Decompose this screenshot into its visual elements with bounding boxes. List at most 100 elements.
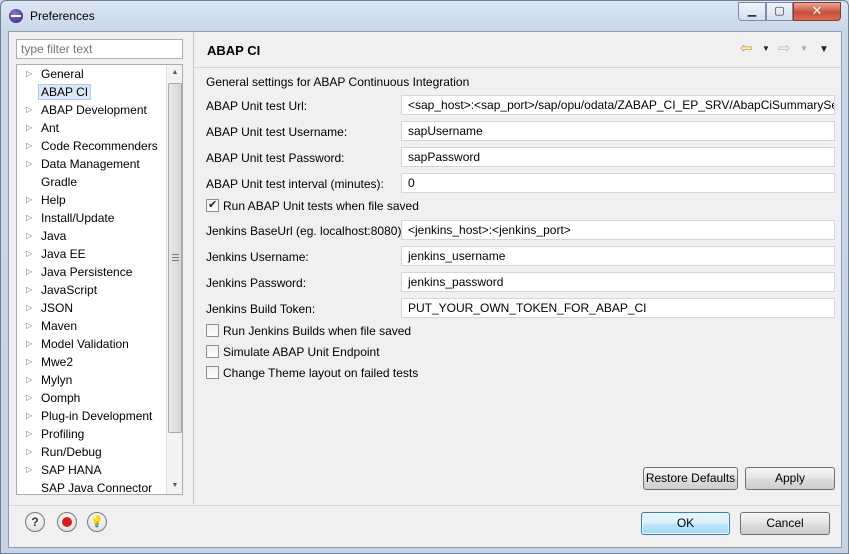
expand-arrow-icon[interactable]: ▷	[26, 443, 34, 461]
tree-item-label: Install/Update	[41, 211, 115, 225]
tree-item[interactable]: ▷ Java	[17, 227, 167, 245]
tree-item[interactable]: ABAP CI	[17, 83, 167, 101]
simulate-checkbox[interactable]: Simulate ABAP Unit Endpoint	[206, 344, 380, 360]
maximize-button[interactable]: ▢	[766, 2, 793, 21]
tree-item[interactable]: ▷ Java Persistence	[17, 263, 167, 281]
unit-interval-field[interactable]: 0	[401, 173, 835, 193]
tree-item[interactable]: SAP Java Connector	[17, 479, 167, 495]
record-icon[interactable]	[57, 512, 77, 532]
tree-item[interactable]: ▷ Mwe2	[17, 353, 167, 371]
theme-checkbox[interactable]: Change Theme layout on failed tests	[206, 365, 418, 381]
tree-item-label: SAP HANA	[41, 463, 102, 477]
forward-dropdown-icon[interactable]: ▼	[800, 44, 808, 53]
tree-scrollbar[interactable]: ▲ ▼	[166, 65, 182, 494]
expand-arrow-icon[interactable]: ▷	[26, 245, 34, 263]
run-jenkins-checkbox[interactable]: Run Jenkins Builds when file saved	[206, 323, 411, 339]
filter-input[interactable]	[16, 39, 183, 59]
tree-item[interactable]: ▷ Plug-in Development	[17, 407, 167, 425]
tree-item[interactable]: ▷ Ant	[17, 119, 167, 137]
tree-item[interactable]: ▷ Profiling	[17, 425, 167, 443]
tree-item-label: Data Management	[41, 157, 140, 171]
unit-url-field[interactable]: <sap_host>:<sap_port>/sap/opu/odata/ZABA…	[401, 95, 835, 115]
tree-item[interactable]: Gradle	[17, 173, 167, 191]
tree-item[interactable]: ▷ Mylyn	[17, 371, 167, 389]
expand-arrow-icon[interactable]: ▷	[26, 209, 34, 227]
help-icon[interactable]: ?	[25, 512, 45, 532]
tree-item[interactable]: ▷ Maven	[17, 317, 167, 335]
expand-arrow-icon[interactable]: ▷	[26, 155, 34, 173]
expand-arrow-icon[interactable]: ▷	[26, 281, 34, 299]
expand-arrow-icon[interactable]: ▷	[26, 65, 34, 83]
tree-item[interactable]: ▷ JSON	[17, 299, 167, 317]
ok-button[interactable]: OK	[641, 512, 730, 535]
tree-item[interactable]: ▷ Run/Debug	[17, 443, 167, 461]
cancel-button[interactable]: Cancel	[740, 512, 830, 535]
checkbox-unchecked-icon[interactable]	[206, 324, 219, 337]
tree-item[interactable]: ▷ General	[17, 65, 167, 83]
tree-item-label: Java	[41, 229, 67, 243]
theme-label: Change Theme layout on failed tests	[223, 366, 419, 380]
unit-password-field[interactable]: sapPassword	[401, 147, 835, 167]
preference-page: ABAP CI ⇦ ▼ ⇨ ▼ ▼ General settings for A…	[194, 32, 842, 504]
tree-item-label: Gradle	[41, 175, 78, 189]
expand-arrow-icon[interactable]: ▷	[26, 119, 34, 137]
jenkins-username-field[interactable]: jenkins_username	[401, 246, 835, 266]
tree-item[interactable]: ▷ Oomph	[17, 389, 167, 407]
tree-item-label: Plug-in Development	[41, 409, 153, 423]
expand-arrow-icon[interactable]: ▷	[26, 227, 34, 245]
forward-arrow-icon[interactable]: ⇨	[778, 41, 791, 56]
tree-item-label: Oomph	[41, 391, 81, 405]
tree-item[interactable]: ▷ SAP HANA	[17, 461, 167, 479]
back-arrow-icon[interactable]: ⇦	[740, 41, 753, 56]
tree-item[interactable]: ▷ ABAP Development	[17, 101, 167, 119]
jenkins-token-field[interactable]: PUT_YOUR_OWN_TOKEN_FOR_ABAP_CI	[401, 298, 835, 318]
checkbox-checked-icon[interactable]	[206, 197, 219, 213]
tree-item-label: Profiling	[41, 427, 85, 441]
expand-arrow-icon[interactable]: ▷	[26, 461, 34, 479]
jenkins-url-field[interactable]: <jenkins_host>:<jenkins_port>	[401, 220, 835, 240]
tree-item-label: Run/Debug	[41, 445, 102, 459]
expand-arrow-icon[interactable]: ▷	[26, 191, 34, 209]
tree-item[interactable]: ▷ Data Management	[17, 155, 167, 173]
tree-item[interactable]: ▷ Java EE	[17, 245, 167, 263]
expand-arrow-icon[interactable]: ▷	[26, 335, 34, 353]
minimize-button[interactable]: ▁	[738, 2, 766, 21]
unit-username-field[interactable]: sapUsername	[401, 121, 835, 141]
tree-item-label: SAP Java Connector	[41, 481, 153, 495]
expand-arrow-icon[interactable]: ▷	[26, 317, 34, 335]
tree-item[interactable]: ▷ Help	[17, 191, 167, 209]
expand-arrow-icon[interactable]: ▷	[26, 299, 34, 317]
scroll-down-icon[interactable]: ▼	[167, 478, 182, 494]
checkbox-unchecked-icon[interactable]	[206, 366, 219, 379]
title-bar[interactable]: Preferences ▁ ▢ ✕	[1, 1, 848, 31]
expand-arrow-icon[interactable]: ▷	[26, 371, 34, 389]
checkbox-unchecked-icon[interactable]	[206, 345, 219, 358]
restore-defaults-button[interactable]: Restore Defaults	[643, 467, 738, 490]
scroll-up-icon[interactable]: ▲	[167, 65, 182, 81]
expand-arrow-icon[interactable]: ▷	[26, 353, 34, 371]
expand-arrow-icon[interactable]: ▷	[26, 263, 34, 281]
run-unit-checkbox[interactable]: Run ABAP Unit tests when file saved	[206, 197, 419, 214]
scroll-thumb[interactable]	[168, 83, 182, 433]
lightbulb-icon[interactable]: 💡	[87, 512, 107, 532]
dialog-client-area: ▷GeneralABAP CI▷ABAP Development▷Ant▷Cod…	[8, 31, 842, 548]
back-dropdown-icon[interactable]: ▼	[762, 44, 770, 53]
tree-item-label: Ant	[41, 121, 60, 135]
close-button[interactable]: ✕	[793, 2, 841, 21]
apply-button[interactable]: Apply	[745, 467, 835, 490]
tree-list: ▷ General ABAP CI ▷ ABAP Development ▷ Ant ▷ Cod…	[17, 65, 167, 495]
tree-item-label: JSON	[41, 301, 74, 315]
tree-item[interactable]: ▷ Install/Update	[17, 209, 167, 227]
expand-arrow-icon[interactable]: ▷	[26, 101, 34, 119]
expand-arrow-icon[interactable]: ▷	[26, 407, 34, 425]
view-menu-icon[interactable]: ▼	[819, 44, 829, 55]
jenkins-password-field[interactable]: jenkins_password	[401, 272, 835, 292]
expand-arrow-icon[interactable]: ▷	[26, 425, 34, 443]
tree-item[interactable]: ▷ Model Validation	[17, 335, 167, 353]
expand-arrow-icon[interactable]: ▷	[26, 137, 34, 155]
tree-item[interactable]: ▷ JavaScript	[17, 281, 167, 299]
expand-arrow-icon[interactable]: ▷	[26, 389, 34, 407]
jenkins-url-label: Jenkins BaseUrl (eg. localhost:8080):	[206, 224, 405, 238]
tree-item-label: JavaScript	[41, 283, 98, 297]
tree-item[interactable]: ▷ Code Recommenders	[17, 137, 167, 155]
